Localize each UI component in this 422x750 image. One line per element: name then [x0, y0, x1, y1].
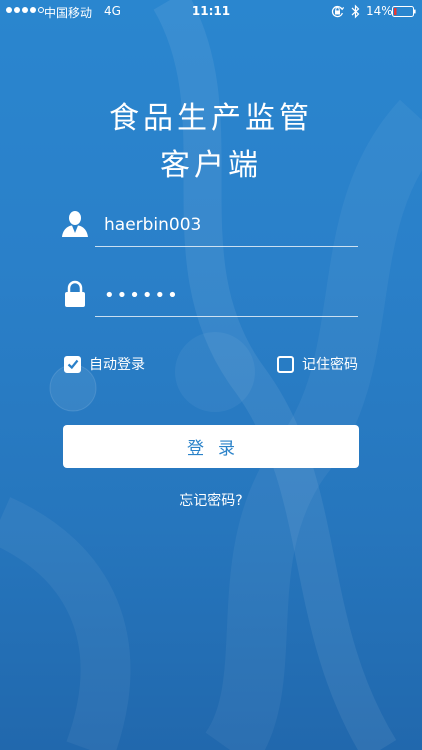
password-underline: [95, 316, 358, 317]
user-icon: [62, 211, 88, 237]
app-title: 食品生产监管: [109, 101, 313, 136]
checkbox-unchecked-icon[interactable]: [277, 355, 294, 373]
auto-login-label: 自动登录: [89, 357, 145, 373]
remember-password-label: 记住密码: [302, 357, 358, 373]
password-input[interactable]: [104, 278, 354, 312]
checkbox-checked-icon[interactable]: [64, 355, 81, 373]
app-subtitle: 客户端: [160, 148, 262, 183]
battery-icon: [392, 6, 416, 17]
bluetooth-icon: [351, 4, 360, 19]
battery-percent: 14%: [366, 4, 393, 18]
orientation-lock-icon: [331, 5, 344, 18]
lock-icon: [65, 280, 85, 307]
forgot-password-link[interactable]: 忘记密码?: [0, 490, 422, 510]
login-button[interactable]: 登录: [63, 425, 359, 468]
status-bar: 中国移动 4G 11:11 14%: [0, 0, 422, 24]
password-field: [62, 278, 358, 318]
remember-password-checkbox[interactable]: 记住密码: [277, 353, 358, 375]
username-field: [62, 208, 358, 248]
login-screen: 中国移动 4G 11:11 14% 食品生产监管 客户端 haerbin003 …: [0, 0, 422, 750]
username-input[interactable]: [104, 208, 354, 242]
username-underline: [95, 246, 358, 247]
auto-login-checkbox[interactable]: 自动登录: [64, 353, 145, 375]
